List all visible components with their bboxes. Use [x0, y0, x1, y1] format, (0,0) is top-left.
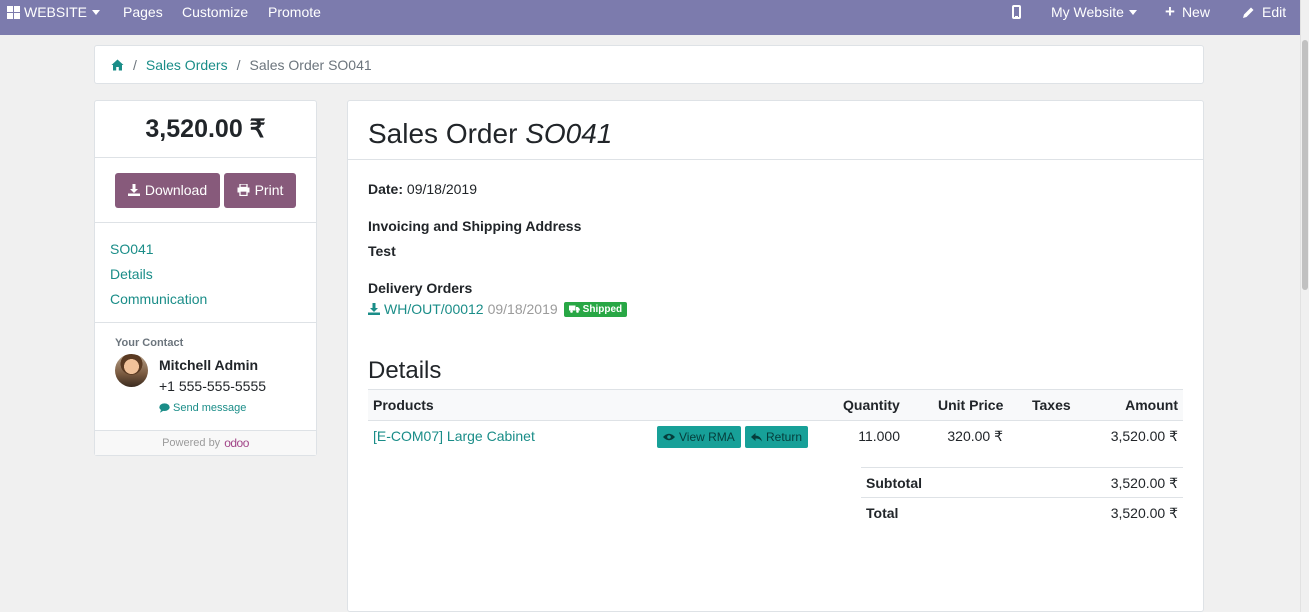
page-title-ref: SO041	[525, 118, 613, 149]
sidebar-link-order[interactable]: SO041	[110, 237, 316, 262]
view-rma-button[interactable]: View RMA	[657, 426, 741, 448]
send-message-label: Send message	[173, 402, 247, 414]
page-scrollbar[interactable]	[1300, 0, 1309, 612]
header-unit-price: Unit Price	[938, 397, 1004, 413]
table-row: [E-COM07] Large Cabinet View RMA Return …	[368, 421, 1183, 455]
order-sidebar: 3,520.00 ₹ Download Print SO041 Details …	[94, 100, 317, 456]
download-icon	[127, 184, 140, 196]
download-label: Download	[144, 182, 208, 198]
delivery-orders-title: Delivery Orders	[368, 280, 473, 296]
powered-by-label: Powered by	[162, 437, 221, 449]
subtotal-row: Subtotal 3,520.00 ₹	[861, 467, 1183, 497]
product-link[interactable]: [E-COM07] Large Cabinet	[373, 428, 535, 444]
comment-icon	[159, 403, 170, 413]
sidebar-actions: Download Print	[95, 158, 316, 223]
delivery-ref-link[interactable]: WH/OUT/00012	[384, 301, 484, 317]
edit-button[interactable]: Edit	[1242, 4, 1286, 20]
send-message-link[interactable]: Send message	[159, 402, 246, 414]
order-info: Date: 09/18/2019 Invoicing and Shipping …	[368, 181, 628, 384]
row-unit-price: 320.00 ₹	[947, 428, 1003, 444]
page-title-prefix: Sales Order	[368, 118, 518, 149]
print-icon	[237, 184, 250, 196]
reply-icon	[751, 432, 762, 441]
website-menu-label: WEBSITE	[24, 4, 88, 20]
row-amount: 3,520.00 ₹	[1110, 428, 1178, 444]
my-website-menu[interactable]: My Website	[1051, 4, 1137, 20]
return-label: Return	[766, 430, 803, 444]
table-header: Products Quantity Unit Price Taxes Amoun…	[368, 389, 1183, 421]
contact-phone: +1 555-555-5555	[159, 378, 267, 394]
date-label: Date:	[368, 181, 404, 197]
powered-by: Powered by odoo	[95, 431, 316, 455]
breadcrumb: / Sales Orders / Sales Order SO041	[94, 45, 1204, 84]
truck-icon	[568, 305, 580, 313]
sales-order-panel: Sales Order SO041 Date: 09/18/2019 Invoi…	[347, 100, 1204, 612]
mobile-icon	[1012, 5, 1021, 19]
pencil-icon	[1243, 7, 1254, 18]
order-totals: Subtotal 3,520.00 ₹ Total 3,520.00 ₹	[861, 467, 1183, 527]
header-products: Products	[373, 397, 434, 413]
order-lines-table: Products Quantity Unit Price Taxes Amoun…	[368, 389, 1183, 455]
address-title: Invoicing and Shipping Address	[368, 218, 582, 234]
print-label: Print	[254, 182, 284, 198]
breadcrumb-current: Sales Order SO041	[249, 56, 372, 73]
avatar	[115, 354, 148, 387]
breadcrumb-sales-orders[interactable]: Sales Orders	[146, 57, 228, 73]
subtotal-value: 3,520.00 ₹	[1110, 475, 1178, 491]
subtotal-label: Subtotal	[866, 475, 922, 491]
download-icon[interactable]	[368, 303, 380, 315]
page-title: Sales Order SO041	[348, 101, 1203, 160]
breadcrumb-separator: /	[133, 56, 137, 73]
contact-label: Your Contact	[115, 337, 184, 349]
breadcrumb-separator: /	[236, 56, 241, 73]
new-label: New	[1181, 4, 1210, 20]
sidebar-link-communication[interactable]: Communication	[110, 287, 316, 312]
eye-icon	[663, 433, 675, 441]
apps-icon	[7, 5, 20, 19]
total-value: 3,520.00 ₹	[1110, 505, 1178, 521]
header-quantity: Quantity	[843, 397, 900, 413]
my-website-label: My Website	[1051, 4, 1124, 20]
status-badge-label: Shipped	[582, 303, 623, 315]
print-button[interactable]: Print	[224, 172, 296, 208]
header-amount: Amount	[1125, 397, 1178, 413]
delivery-order-row: WH/OUT/00012 09/18/2019 Shipped	[368, 301, 628, 317]
mobile-preview-button[interactable]	[1012, 5, 1021, 19]
sidebar-link-details[interactable]: Details	[110, 262, 316, 287]
total-label: Total	[866, 505, 899, 521]
download-button[interactable]: Download	[115, 172, 220, 208]
order-date: Date: 09/18/2019	[368, 181, 477, 197]
order-total-amount: 3,520.00 ₹	[95, 101, 316, 158]
odoo-logo[interactable]: odoo	[224, 436, 249, 450]
plus-icon: +	[1165, 2, 1175, 21]
promote-menu[interactable]: Promote	[268, 4, 321, 20]
website-menu[interactable]: WEBSITE	[7, 4, 101, 20]
total-row: Total 3,520.00 ₹	[861, 497, 1183, 527]
pages-menu[interactable]: Pages	[123, 4, 163, 20]
date-value: 09/18/2019	[406, 181, 477, 197]
return-button[interactable]: Return	[745, 426, 809, 448]
status-badge: Shipped	[563, 301, 628, 317]
chevron-down-icon	[92, 9, 101, 15]
row-quantity: 11.000	[858, 428, 900, 444]
contact-card: Your Contact Mitchell Admin +1 555-555-5…	[95, 323, 316, 431]
scrollbar-thumb[interactable]	[1302, 40, 1308, 290]
customize-menu[interactable]: Customize	[182, 4, 248, 20]
address-name: Test	[368, 243, 396, 259]
chevron-down-icon	[1128, 9, 1137, 15]
view-rma-label: View RMA	[679, 430, 735, 444]
website-topbar: WEBSITE Pages Customize Promote My Websi…	[0, 0, 1300, 35]
details-heading: Details	[368, 357, 442, 384]
edit-label: Edit	[1262, 4, 1287, 20]
sidebar-nav: SO041 Details Communication	[95, 223, 316, 323]
header-taxes: Taxes	[1032, 397, 1071, 413]
delivery-date: 09/18/2019	[487, 301, 558, 317]
new-button[interactable]: + New	[1165, 2, 1210, 21]
home-icon[interactable]	[111, 59, 124, 71]
contact-name: Mitchell Admin	[159, 357, 259, 373]
